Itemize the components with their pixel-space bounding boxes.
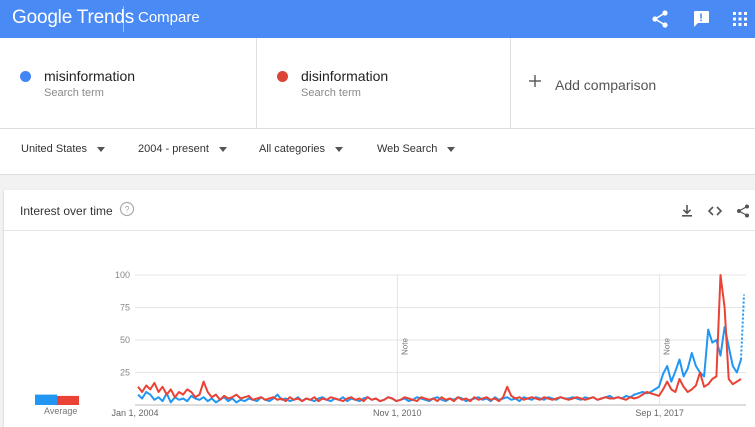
x-tick-label: Jan 1, 2004 <box>111 408 158 418</box>
chart-note: Note <box>400 338 409 355</box>
series-line-disinformation <box>137 274 742 403</box>
series-color-dot <box>277 71 288 82</box>
dropdown-arrow-icon <box>97 146 106 152</box>
dropdown-arrow-icon <box>218 146 227 152</box>
y-tick-label: 25 <box>120 368 130 378</box>
search-term-name[interactable]: misinformation <box>44 68 135 84</box>
average-bar-misinformation <box>35 394 57 405</box>
series-line-misinformation <box>137 326 742 404</box>
region-value: United States <box>21 143 88 155</box>
region-dropdown[interactable]: United States <box>21 143 106 155</box>
share-icon[interactable] <box>648 7 672 31</box>
time-range-dropdown[interactable]: 2004 - present <box>138 143 227 155</box>
search-type-dropdown[interactable]: Web Search <box>377 143 456 155</box>
page-title: Compare <box>138 9 200 26</box>
add-comparison-button[interactable]: Add comparison <box>511 38 755 128</box>
search-type-value: Web Search <box>377 143 438 155</box>
average-bar-disinformation <box>57 395 79 405</box>
search-term-name[interactable]: disinformation <box>301 68 388 84</box>
y-tick-label: 50 <box>120 335 130 345</box>
feedback-icon[interactable] <box>689 7 713 31</box>
partial-data-projection <box>740 294 745 360</box>
add-comparison-label: Add comparison <box>555 77 657 93</box>
interest-over-time-chart[interactable]: 100 75 50 25 Jan 1, 2004 Nov 1, 2010 Sep 1, 20… <box>4 190 755 427</box>
search-term-type: Search term <box>301 87 361 99</box>
series-color-dot <box>20 71 31 82</box>
topbar-divider <box>123 6 124 32</box>
x-tick-label: Nov 1, 2010 <box>373 408 422 418</box>
dropdown-arrow-icon <box>447 146 456 152</box>
top-app-bar: Google Trends Compare <box>0 0 755 38</box>
y-tick-label: 75 <box>120 303 130 313</box>
search-terms-bar: misinformation Search term disinformatio… <box>0 38 755 129</box>
chart-note: Note <box>663 338 672 355</box>
filter-bar: United States 2004 - present All categor… <box>0 129 755 175</box>
category-dropdown[interactable]: All categories <box>259 143 344 155</box>
plus-icon <box>529 75 541 87</box>
apps-grid-icon[interactable] <box>728 7 752 31</box>
x-tick-label: Sep 1, 2017 <box>635 408 684 418</box>
time-range-value: 2004 - present <box>138 143 209 155</box>
category-value: All categories <box>259 143 326 155</box>
google-trends-logo[interactable]: Google Trends <box>12 7 134 29</box>
search-term-card-2[interactable]: disinformation Search term <box>257 38 511 128</box>
search-term-type: Search term <box>44 87 104 99</box>
y-tick-label: 100 <box>115 270 130 280</box>
interest-over-time-card: Interest over time ? Average 100 75 50 25 Ja… <box>4 190 755 427</box>
search-term-card-1[interactable]: misinformation Search term <box>0 38 257 128</box>
dropdown-arrow-icon <box>335 146 344 152</box>
